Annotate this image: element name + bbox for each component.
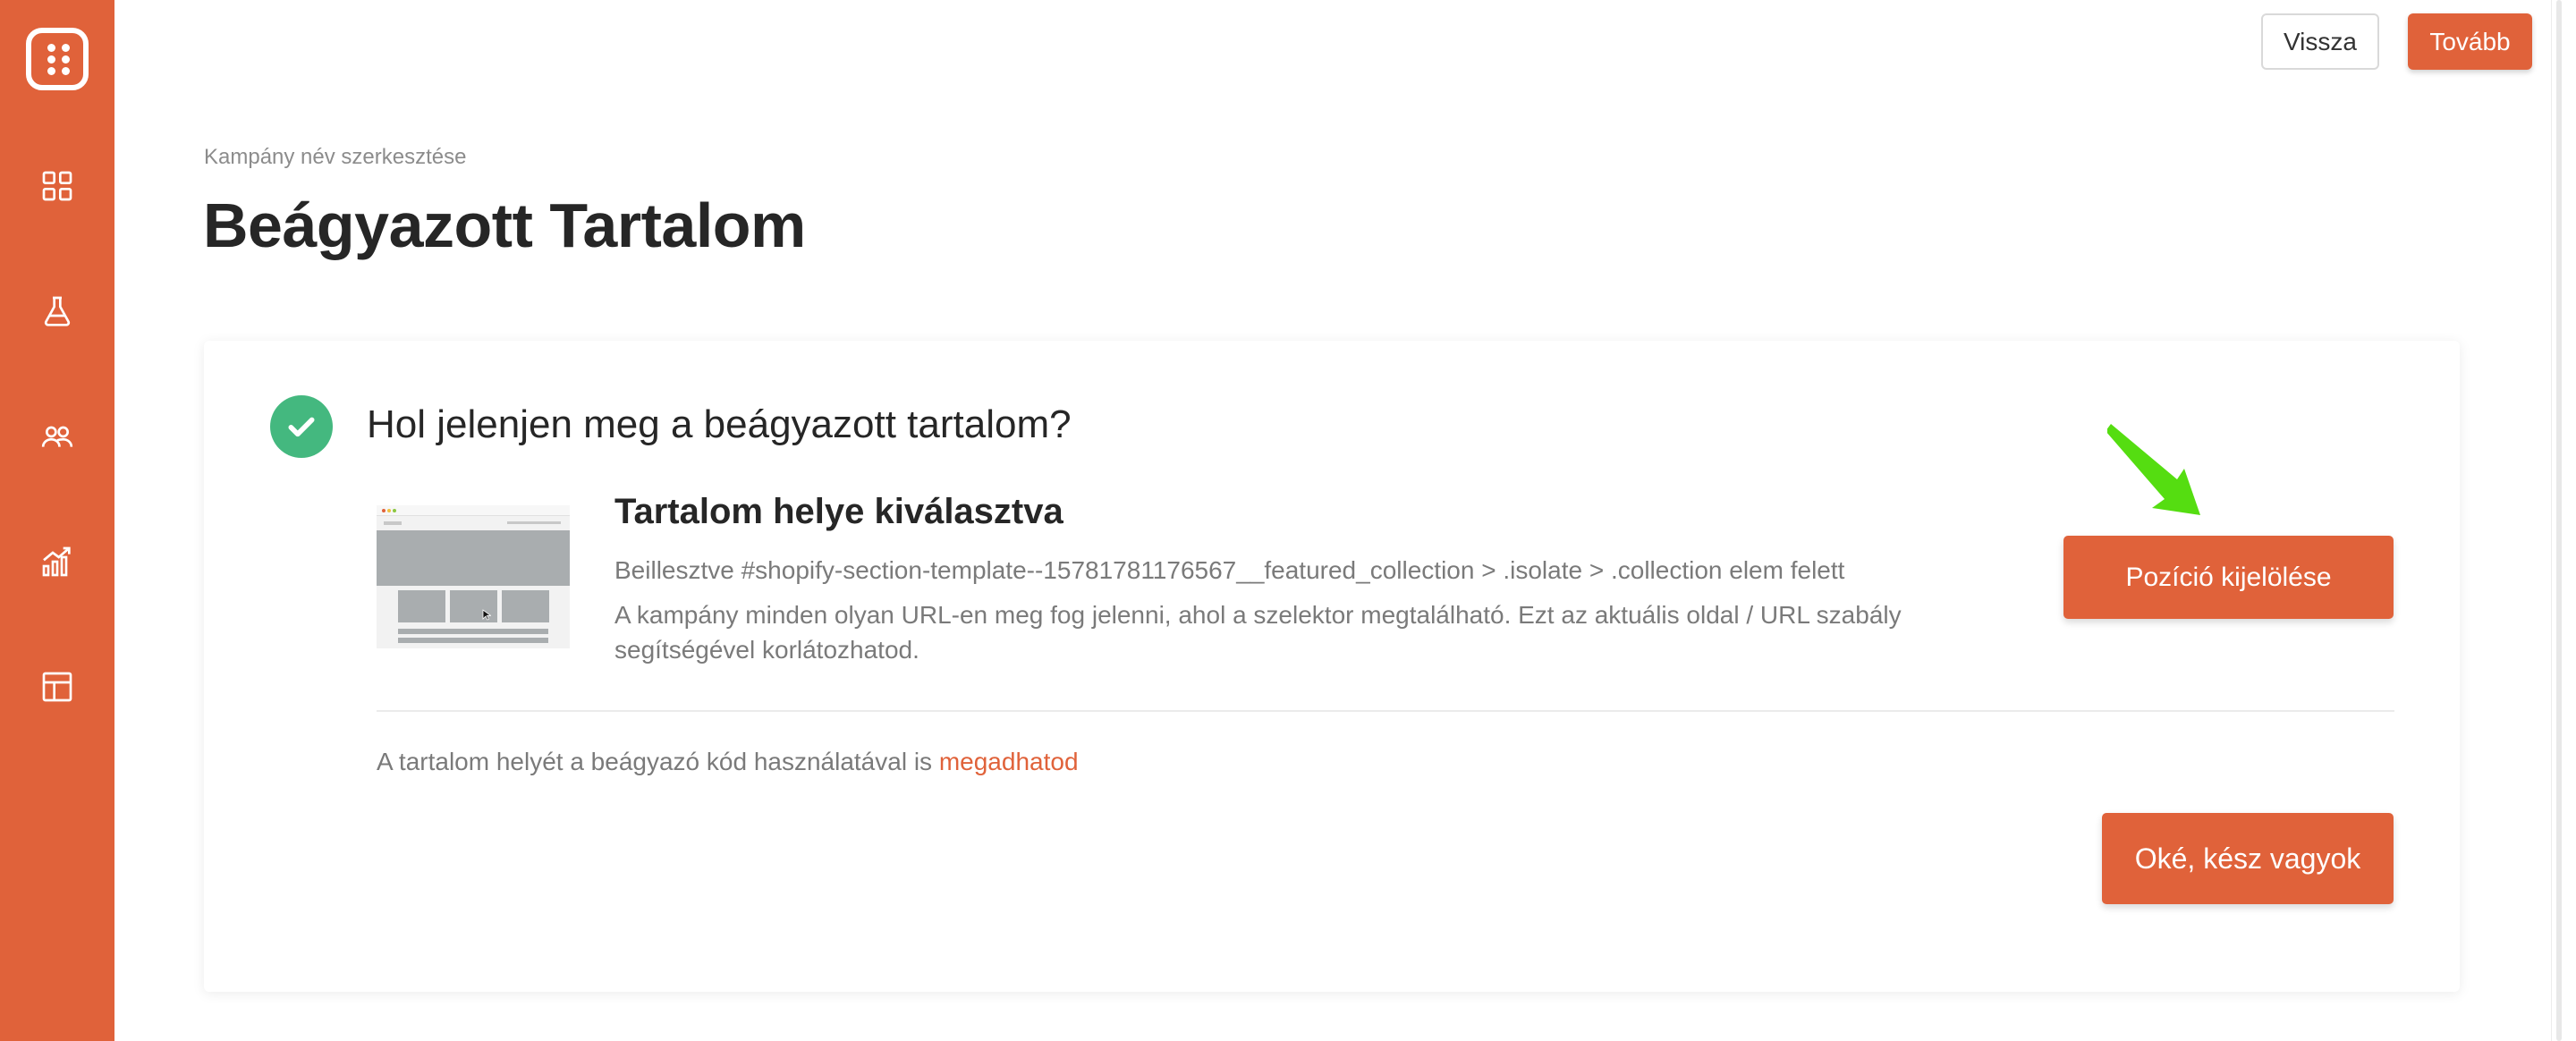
logo-icon[interactable] (26, 28, 89, 90)
selector-description: Beillesztve #shopify-section-template--1… (614, 556, 1845, 584)
sidebar-item-layout[interactable] (30, 660, 84, 714)
page-preview-thumbnail (377, 505, 570, 648)
page-title: Beágyazott Tartalom (203, 190, 806, 260)
sidebar-item-dashboard[interactable] (30, 159, 84, 213)
sidebar (0, 0, 114, 1041)
selection-title: Tartalom helye kiválasztva (614, 492, 1063, 531)
dashboard-icon (42, 171, 72, 201)
layout-icon (42, 672, 72, 702)
next-button[interactable]: Tovább (2408, 13, 2532, 70)
sidebar-item-experiments[interactable] (30, 284, 84, 338)
done-button[interactable]: Oké, kész vagyok (2102, 813, 2394, 904)
scrollbar-thumb[interactable] (2556, 0, 2562, 1041)
embed-code-link[interactable]: megadhatod (939, 748, 1079, 775)
selector-note: A kampány minden olyan URL-en meg fog je… (614, 601, 1902, 664)
users-icon (41, 426, 73, 447)
select-position-button[interactable]: Pozíció kijelölése (2063, 536, 2394, 619)
sidebar-item-analytics[interactable] (30, 535, 84, 588)
divider (377, 710, 2394, 712)
pointer-arrow-icon (2107, 424, 2200, 515)
sidebar-item-audience[interactable] (30, 410, 84, 463)
embed-code-hint: A tartalom helyét a beágyazó kód használ… (377, 748, 1079, 775)
flask-icon (44, 296, 71, 326)
analytics-icon (42, 546, 71, 577)
check-circle-icon (270, 395, 333, 458)
scrollbar-track[interactable] (2551, 0, 2576, 1041)
breadcrumb: Kampány név szerkesztése (204, 145, 467, 169)
section-question: Hol jelenjen meg a beágyazott tartalom? (367, 402, 1072, 446)
back-button[interactable]: Vissza (2261, 13, 2379, 70)
